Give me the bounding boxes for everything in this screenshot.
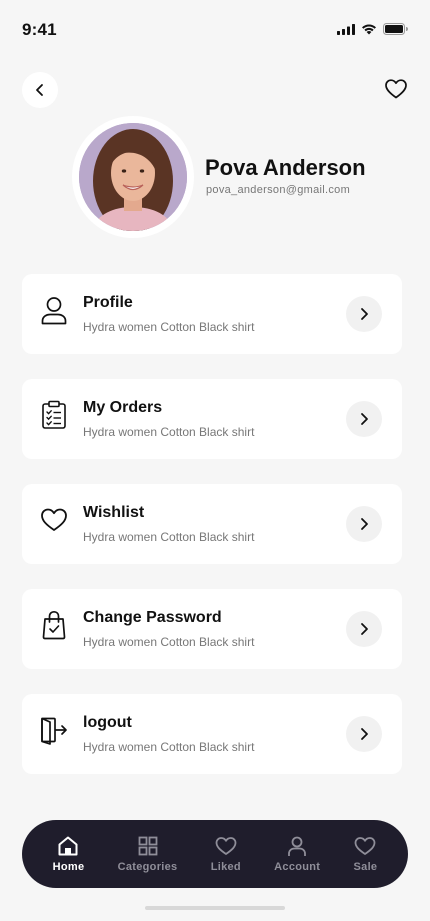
menu-item-wishlist[interactable]: Wishlist Hydra women Cotton Black shirt [22, 484, 402, 564]
user-email: pova_anderson@gmail.com [206, 184, 351, 196]
chevron-right-icon [361, 518, 368, 530]
status-icons [337, 23, 408, 35]
chevron-right-icon [361, 308, 368, 320]
heart-icon [41, 508, 67, 531]
menu-item-arrow-button[interactable] [346, 401, 382, 437]
menu-item-arrow-button[interactable] [346, 611, 382, 647]
chevron-right-icon [361, 623, 368, 635]
battery-icon [383, 23, 408, 35]
status-time: 9:41 [22, 20, 57, 39]
menu-item-change-password[interactable]: Change Password Hydra women Cotton Black… [22, 589, 402, 669]
nav-item-label: Liked [210, 861, 241, 873]
logout-icon [41, 717, 67, 745]
shopping-bag-icon [42, 610, 66, 640]
menu-item-arrow-button[interactable] [346, 506, 382, 542]
heart-icon [355, 837, 376, 855]
nav-item-categories[interactable]: Categories [118, 835, 178, 873]
nav-item-label: Sale [353, 861, 378, 873]
cellular-signal-icon [337, 23, 355, 35]
wifi-icon [362, 24, 376, 35]
menu-item-my-orders[interactable]: My Orders Hydra women Cotton Black shirt [22, 379, 402, 459]
nav-item-liked[interactable]: Liked [211, 835, 241, 873]
menu-item-title: Profile [83, 294, 133, 311]
menu-item-arrow-button[interactable] [346, 716, 382, 752]
grid-icon [138, 836, 157, 856]
menu-item-title: logout [83, 714, 132, 731]
nav-item-sale[interactable]: Sale [354, 835, 378, 873]
menu-item-arrow-button[interactable] [346, 296, 382, 332]
home-indicator[interactable] [145, 906, 285, 910]
menu-item-title: My Orders [83, 399, 163, 416]
back-button[interactable] [22, 72, 58, 108]
menu-item-title: Change Password [83, 609, 222, 626]
menu-item-logout[interactable]: logout Hydra women Cotton Black shirt [22, 694, 402, 774]
user-icon [41, 297, 67, 325]
user-name: Pova Anderson [205, 155, 366, 180]
avatar-ring [72, 116, 194, 238]
chevron-right-icon [361, 413, 368, 425]
nav-item-label: Account [274, 861, 321, 873]
avatar-image [79, 123, 187, 231]
nav-item-label: Categories [117, 861, 178, 873]
nav-item-account[interactable]: Account [274, 835, 320, 873]
favorite-heart-icon[interactable] [384, 77, 408, 101]
chevron-right-icon [361, 728, 368, 740]
menu-item-profile[interactable]: Profile Hydra women Cotton Black shirt [22, 274, 402, 354]
user-icon [288, 836, 307, 856]
status-bar: 9:41 [0, 0, 430, 60]
heart-icon [215, 837, 237, 855]
home-icon [58, 836, 78, 856]
nav-item-label: Home [52, 861, 85, 873]
menu-item-subtitle: Hydra women Cotton Black shirt [83, 425, 255, 439]
nav-item-home[interactable]: Home [53, 835, 85, 873]
menu-item-title: Wishlist [83, 504, 145, 521]
menu-item-subtitle: Hydra women Cotton Black shirt [83, 635, 255, 649]
chevron-left-icon [36, 84, 43, 96]
menu-item-subtitle: Hydra women Cotton Black shirt [83, 530, 255, 544]
avatar[interactable] [79, 123, 187, 231]
menu-item-subtitle: Hydra women Cotton Black shirt [83, 740, 255, 754]
bottom-nav: Home Categories Liked Account Sale [22, 820, 408, 888]
menu-item-subtitle: Hydra women Cotton Black shirt [83, 320, 255, 334]
clipboard-icon [42, 400, 66, 429]
